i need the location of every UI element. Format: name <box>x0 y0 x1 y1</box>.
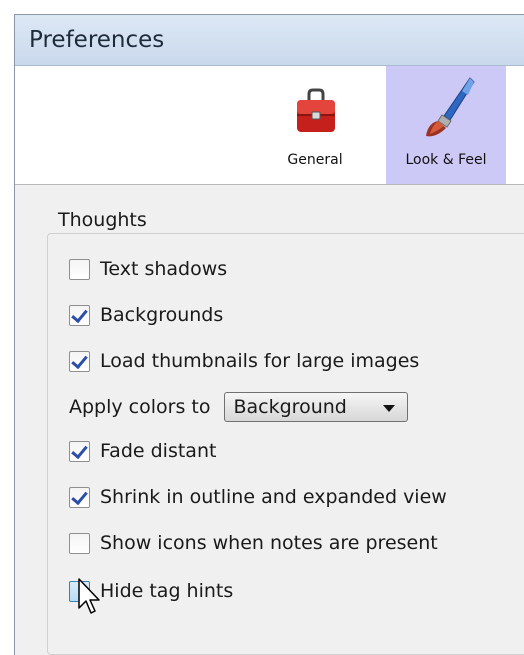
backgrounds-label: Backgrounds <box>100 304 224 326</box>
tab-general[interactable]: General <box>267 66 363 184</box>
fade-distant-checkbox[interactable] <box>69 440 90 462</box>
preferences-toolbar: General Look & Feel <box>15 66 524 185</box>
thoughts-group-title: Thoughts <box>55 209 150 231</box>
dropdown-arrow-icon <box>383 405 396 412</box>
apply-colors-value: Background <box>233 396 347 418</box>
option-load-thumbnails[interactable]: Load thumbnails for large images <box>69 347 419 375</box>
hide-tag-hints-label: Hide tag hints <box>100 580 234 602</box>
option-show-icons-notes[interactable]: Show icons when notes are present <box>69 529 438 557</box>
window-title: Preferences <box>29 27 165 53</box>
show-icons-notes-checkbox[interactable] <box>69 532 90 554</box>
tab-look-and-feel[interactable]: Look & Feel <box>386 66 506 184</box>
load-thumbnails-label: Load thumbnails for large images <box>100 350 420 372</box>
preferences-window: Preferences General Look & Feel Thoughts… <box>14 14 524 655</box>
apply-colors-dropdown[interactable]: Background <box>224 392 409 422</box>
option-fade-distant[interactable]: Fade distant <box>69 437 216 465</box>
fade-distant-label: Fade distant <box>100 440 217 462</box>
show-icons-notes-label: Show icons when notes are present <box>100 532 438 554</box>
title-bar[interactable]: Preferences <box>15 15 524 66</box>
option-text-shadows[interactable]: Text shadows <box>69 255 227 283</box>
option-backgrounds[interactable]: Backgrounds <box>69 301 223 329</box>
tab-general-label: General <box>287 152 343 168</box>
text-shadows-checkbox[interactable] <box>69 258 90 280</box>
apply-colors-label: Apply colors to <box>69 396 211 418</box>
mouse-cursor-icon <box>78 578 100 614</box>
tab-look-and-feel-label: Look & Feel <box>405 152 487 168</box>
option-shrink-outline[interactable]: Shrink in outline and expanded view <box>69 483 447 511</box>
paintbrush-icon <box>426 77 475 137</box>
shrink-outline-checkbox[interactable] <box>69 486 90 508</box>
toolbox-icon <box>297 88 335 132</box>
backgrounds-checkbox[interactable] <box>69 304 90 326</box>
apply-colors-row: Apply colors to Background <box>69 392 409 422</box>
load-thumbnails-checkbox[interactable] <box>69 350 90 372</box>
text-shadows-label: Text shadows <box>100 258 228 280</box>
shrink-outline-label: Shrink in outline and expanded view <box>100 486 447 508</box>
